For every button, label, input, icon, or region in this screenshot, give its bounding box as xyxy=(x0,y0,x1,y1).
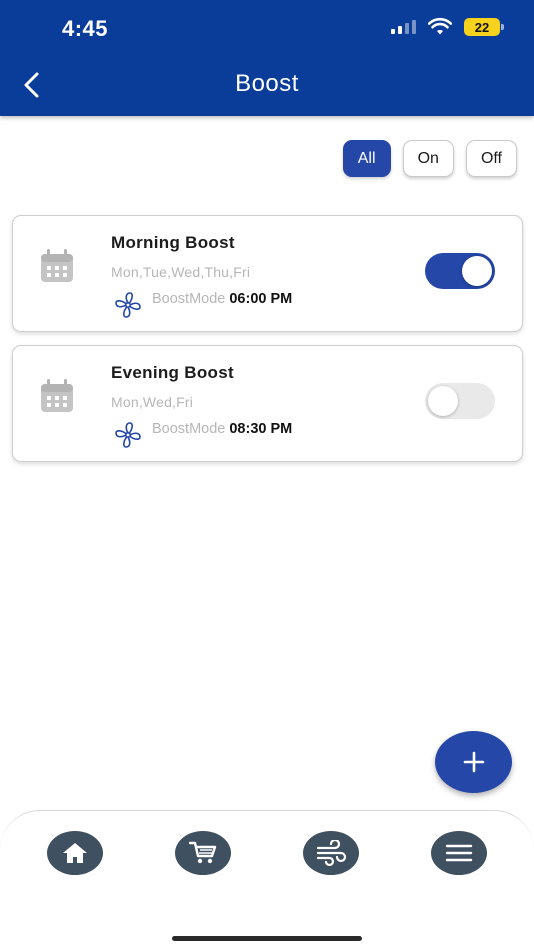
schedule-name: Evening Boost xyxy=(111,363,234,382)
battery-icon: 22 xyxy=(464,18,504,36)
schedule-time: 08:30 PM xyxy=(229,421,293,437)
app-header: 4:45 22 Boost xyxy=(0,0,534,116)
schedule-toggle[interactable] xyxy=(425,253,495,289)
toggle-knob xyxy=(428,386,458,416)
status-icons: 22 xyxy=(391,18,504,36)
battery-level: 22 xyxy=(474,19,490,35)
boost-screen: 4:45 22 Boost All On Off Morning Boost M… xyxy=(0,0,534,950)
schedule-mode-row: BoostMode 08:30 PM xyxy=(152,421,292,437)
status-time: 4:45 xyxy=(62,16,109,41)
wifi-icon xyxy=(428,18,452,35)
schedule-name: Morning Boost xyxy=(111,233,235,252)
add-schedule-button[interactable] xyxy=(435,731,512,793)
fan-icon xyxy=(115,422,141,448)
fan-icon xyxy=(115,292,141,318)
schedule-mode-row: BoostMode 06:00 PM xyxy=(152,291,292,307)
schedule-mode: BoostMode xyxy=(152,421,226,437)
schedule-card-evening[interactable]: Evening Boost Mon,Wed,Fri BoostMode 08:30… xyxy=(12,345,523,462)
filter-segment: All On Off xyxy=(342,140,517,177)
schedule-days: Mon,Tue,Wed,Thu,Fri xyxy=(111,264,251,280)
calendar-icon xyxy=(41,249,73,282)
filter-on-button[interactable]: On xyxy=(402,140,454,177)
schedule-card-morning[interactable]: Morning Boost Mon,Tue,Wed,Thu,Fri BoostM… xyxy=(12,215,523,332)
nav-home-button[interactable] xyxy=(47,831,103,875)
nav-shop-button[interactable] xyxy=(175,831,231,875)
nav-menu-button[interactable] xyxy=(431,831,487,875)
filter-off-button[interactable]: Off xyxy=(465,140,517,177)
menu-icon xyxy=(445,844,473,862)
bottom-nav xyxy=(0,810,534,950)
cellular-signal-icon xyxy=(391,20,416,34)
schedule-days: Mon,Wed,Fri xyxy=(111,394,194,410)
home-icon xyxy=(63,843,87,863)
plus-icon xyxy=(463,751,484,773)
schedule-toggle[interactable] xyxy=(425,383,495,419)
calendar-icon xyxy=(41,379,73,412)
wind-icon xyxy=(316,840,347,866)
home-indicator[interactable] xyxy=(172,936,362,941)
cart-icon xyxy=(188,841,217,864)
nav-airflow-button[interactable] xyxy=(303,831,359,875)
schedule-mode: BoostMode xyxy=(152,291,226,307)
toggle-knob xyxy=(462,256,492,286)
schedule-time: 06:00 PM xyxy=(229,291,293,307)
page-title: Boost xyxy=(235,70,299,97)
filter-all-button[interactable]: All xyxy=(342,140,391,177)
